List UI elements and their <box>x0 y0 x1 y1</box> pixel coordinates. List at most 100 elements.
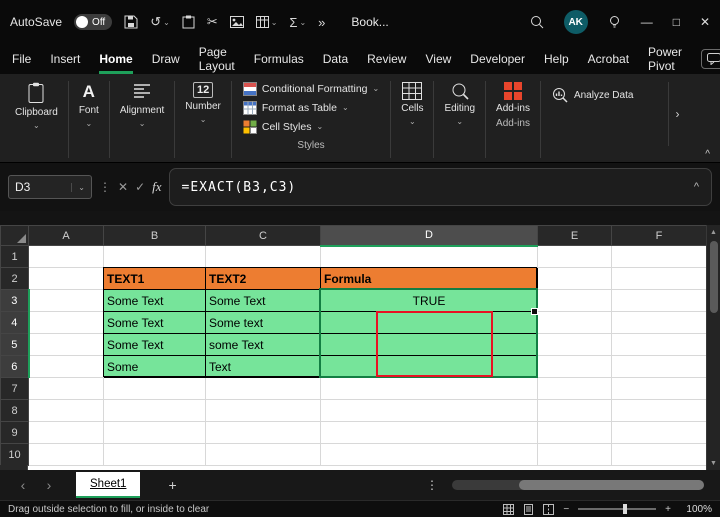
column-header-e[interactable]: E <box>537 225 612 246</box>
cell-F3[interactable] <box>611 289 707 312</box>
new-sheet-button[interactable]: + <box>168 477 176 493</box>
cell-C6[interactable]: Text <box>205 355 321 378</box>
insert-function-icon[interactable]: fx <box>152 179 161 195</box>
cell-E4[interactable] <box>537 311 612 334</box>
cell-E5[interactable] <box>537 333 612 356</box>
previous-sheet-icon[interactable]: ‹ <box>10 477 36 493</box>
cell-E10[interactable] <box>537 443 612 466</box>
cell-F2[interactable] <box>611 267 707 290</box>
cell-C5[interactable]: some Text <box>205 333 321 356</box>
tab-help[interactable]: Help <box>544 44 569 74</box>
cell-B5[interactable]: Some Text <box>103 333 206 356</box>
row-header-1[interactable]: 1 <box>0 245 29 268</box>
expand-formula-bar-icon[interactable]: ^ <box>694 181 699 193</box>
number-group-button[interactable]: 12 Number ⌄ <box>176 79 230 160</box>
cell-C10[interactable] <box>205 443 321 466</box>
cell-A7[interactable] <box>28 377 104 400</box>
cell-D8[interactable] <box>320 399 538 422</box>
cell-A9[interactable] <box>28 421 104 444</box>
row-header-10[interactable]: 10 <box>0 443 29 466</box>
zoom-slider-knob[interactable] <box>623 504 628 514</box>
chevron-down-icon[interactable]: ⌄ <box>163 18 170 27</box>
cell-F5[interactable] <box>611 333 707 356</box>
page-break-view-icon[interactable] <box>543 503 555 515</box>
collapse-ribbon-icon[interactable]: ^ <box>705 149 710 160</box>
cell-E9[interactable] <box>537 421 612 444</box>
tab-formulas[interactable]: Formulas <box>254 44 304 74</box>
cell-E2[interactable] <box>537 267 612 290</box>
chevron-down-icon[interactable]: ⌄ <box>271 18 278 27</box>
confirm-entry-icon[interactable]: ✓ <box>135 180 145 194</box>
column-header-d[interactable]: D <box>320 225 538 247</box>
cancel-entry-icon[interactable]: ✕ <box>118 180 128 194</box>
cell-D4[interactable] <box>320 311 538 334</box>
column-header-f[interactable]: F <box>611 225 707 246</box>
cell-E6[interactable] <box>537 355 612 378</box>
cell-B2[interactable]: TEXT1 <box>103 267 206 290</box>
zoom-out-icon[interactable]: − <box>563 504 569 515</box>
tab-power-pivot[interactable]: Power Pivot <box>648 44 682 74</box>
cell-E1[interactable] <box>537 245 612 268</box>
vertical-scroll-thumb[interactable] <box>709 241 718 313</box>
cell-F9[interactable] <box>611 421 707 444</box>
minimize-button[interactable]: — <box>641 15 653 29</box>
row-header-2[interactable]: 2 <box>0 267 29 290</box>
cell-A5[interactable] <box>28 333 104 356</box>
next-sheet-icon[interactable]: › <box>36 477 62 493</box>
cell-F10[interactable] <box>611 443 707 466</box>
cell-D5[interactable] <box>320 333 538 356</box>
cell-F1[interactable] <box>611 245 707 268</box>
picture-icon[interactable] <box>229 16 244 28</box>
tab-view[interactable]: View <box>425 44 451 74</box>
row-header-5[interactable]: 5 <box>0 333 30 356</box>
vertical-scrollbar[interactable]: ▲ ▼ <box>706 225 720 470</box>
column-header-b[interactable]: B <box>103 225 206 246</box>
cell-C8[interactable] <box>205 399 321 422</box>
formula-input[interactable]: =EXACT(B3,C3) ^ <box>168 168 712 206</box>
cell-D6[interactable] <box>320 355 538 378</box>
cell-C9[interactable] <box>205 421 321 444</box>
row-header-8[interactable]: 8 <box>0 399 29 422</box>
row-header-4[interactable]: 4 <box>0 311 30 334</box>
select-all-button[interactable] <box>0 225 29 246</box>
cell-D9[interactable] <box>320 421 538 444</box>
name-box[interactable]: D3 ⌄ <box>8 175 92 199</box>
cell-A4[interactable] <box>28 311 104 334</box>
tab-page-layout[interactable]: Page Layout <box>199 44 235 74</box>
scroll-down-icon[interactable]: ▼ <box>710 456 717 470</box>
avatar[interactable]: AK <box>563 10 588 34</box>
format-as-table-button[interactable]: Format as Table ⌄ <box>242 98 379 117</box>
cut-icon[interactable]: ✂ <box>207 14 218 30</box>
cell-A6[interactable] <box>28 355 104 378</box>
analyze-data-button[interactable]: Analyze Data <box>542 87 643 103</box>
cell-A8[interactable] <box>28 399 104 422</box>
cells-group-button[interactable]: Cells ⌄ <box>392 79 432 160</box>
tab-developer[interactable]: Developer <box>470 44 525 74</box>
cell-A10[interactable] <box>28 443 104 466</box>
page-layout-view-icon[interactable] <box>523 503 534 515</box>
cell-D7[interactable] <box>320 377 538 400</box>
scroll-up-icon[interactable]: ▲ <box>710 225 717 239</box>
sheet-tab-sheet1[interactable]: Sheet1 <box>76 472 141 498</box>
paste-icon[interactable] <box>182 15 195 29</box>
font-group-button[interactable]: A Font ⌄ <box>70 79 108 160</box>
undo-button[interactable]: ↺ ⌄ <box>150 14 170 30</box>
cell-B6[interactable]: Some <box>103 355 206 378</box>
cell-E8[interactable] <box>537 399 612 422</box>
comments-button[interactable] <box>701 49 720 69</box>
horizontal-scroll-thumb[interactable] <box>519 480 704 490</box>
tab-review[interactable]: Review <box>367 44 406 74</box>
tab-acrobat[interactable]: Acrobat <box>588 44 629 74</box>
cell-D3[interactable]: TRUE <box>320 289 538 312</box>
cell-D10[interactable] <box>320 443 538 466</box>
tab-insert[interactable]: Insert <box>50 44 80 74</box>
save-icon[interactable] <box>124 15 138 29</box>
clipboard-group-button[interactable]: Clipboard ⌄ <box>6 79 67 160</box>
ribbon-overflow-button[interactable]: › <box>668 82 686 146</box>
cell-A2[interactable] <box>28 267 104 290</box>
cell-A3[interactable] <box>28 289 104 312</box>
normal-view-icon[interactable] <box>503 503 515 515</box>
cell-B4[interactable]: Some Text <box>103 311 206 334</box>
sheet-options-icon[interactable]: ⋮ <box>426 478 438 492</box>
search-icon[interactable] <box>530 15 544 29</box>
